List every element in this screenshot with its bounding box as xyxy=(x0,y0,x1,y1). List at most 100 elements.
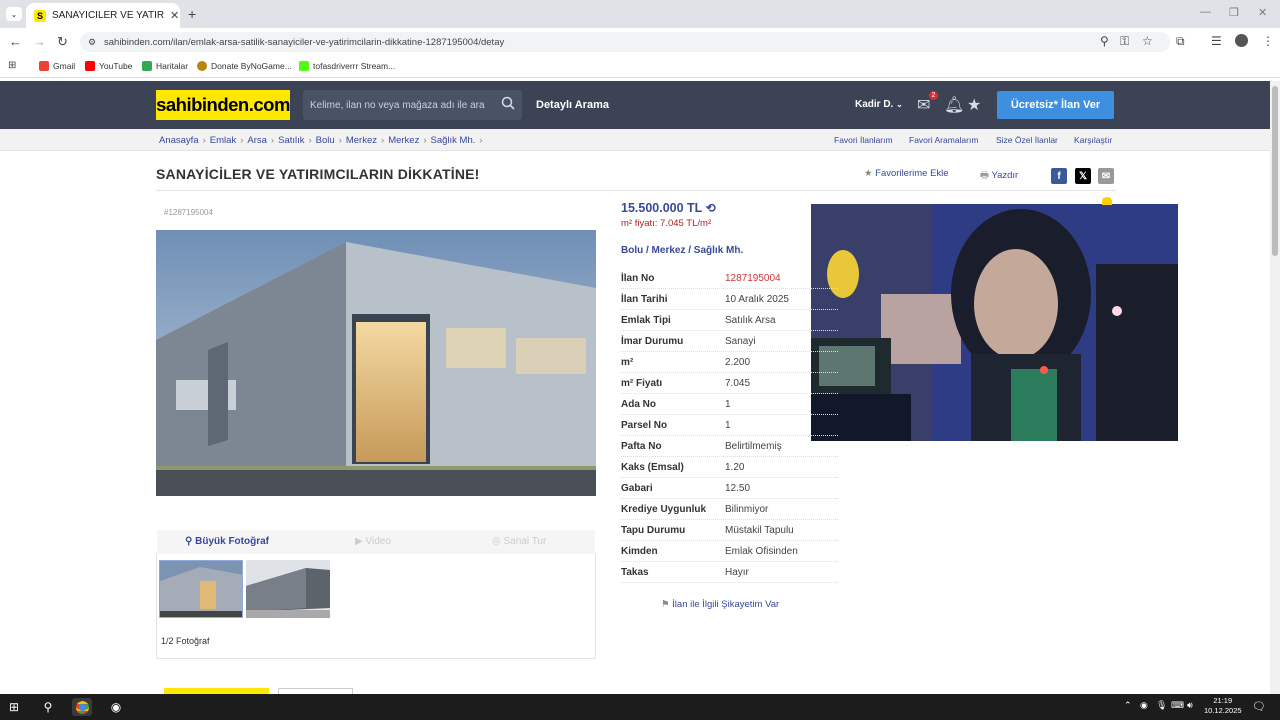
reload-icon[interactable]: ↻ xyxy=(57,34,68,50)
breadcrumb-item[interactable]: Merkez xyxy=(388,135,419,146)
minimize-icon[interactable]: — xyxy=(1200,6,1211,18)
gmail-icon xyxy=(39,61,49,71)
apps-grid-icon[interactable]: ⊞ xyxy=(8,60,16,71)
spec-value: 1.20 xyxy=(725,461,745,473)
spec-label: İmar Durumu xyxy=(621,335,684,347)
post-listing-button[interactable]: Ücretsiz* İlan Ver xyxy=(997,91,1114,119)
special-listings-link[interactable]: Size Özel İlanlar xyxy=(996,135,1058,145)
price-history-icon[interactable]: ⟲ xyxy=(706,201,716,215)
favorite-listings-link[interactable]: Favori İlanlarım xyxy=(834,135,893,145)
address-bar[interactable]: sahibinden.com/ilan/emlak-arsa-satilik-s… xyxy=(80,32,1170,52)
spec-label: Takas xyxy=(621,566,649,578)
thumbnail-2[interactable] xyxy=(246,560,330,618)
compare-link[interactable]: Karşılaştır xyxy=(1074,135,1112,145)
site-info-icon[interactable]: ⚙ xyxy=(88,37,96,48)
microphone-icon[interactable]: 🎙︎ xyxy=(1156,700,1167,711)
x-share-icon[interactable]: 𝕏 xyxy=(1075,168,1091,184)
search-input[interactable]: Kelime, ilan no veya mağaza adı ile ara xyxy=(303,90,522,120)
new-tab-button[interactable]: + xyxy=(188,6,196,22)
facebook-share-icon[interactable]: f xyxy=(1051,168,1067,184)
bookmark-youtube[interactable]: YouTube xyxy=(85,61,132,71)
browser-tab[interactable]: S SANAYİCİLER VE YATIRIMCILAR ✕ xyxy=(26,3,180,28)
messages-icon[interactable]: ✉ xyxy=(917,95,930,115)
report-listing-link[interactable]: ⚑ İlan ile İlgili Şikayetim Var xyxy=(661,599,779,610)
tab-virtual-tour[interactable]: ◎ Sanal Tur xyxy=(492,536,546,547)
spec-label: Ada No xyxy=(621,398,656,410)
spec-label: Krediye Uygunluk xyxy=(621,503,707,515)
message-badge: 2 xyxy=(929,91,938,100)
forward-icon[interactable]: → xyxy=(33,34,46,49)
breadcrumb-item[interactable]: Arsa xyxy=(247,135,267,146)
photo-count: 1/2 Fotoğraf xyxy=(161,636,210,646)
spec-value: Bilinmiyor xyxy=(725,503,769,515)
breadcrumb-item[interactable]: Sağlık Mh. xyxy=(431,135,476,146)
tray-record-icon[interactable]: ◉ xyxy=(1140,700,1148,711)
kick-icon xyxy=(299,61,309,71)
bynogame-icon xyxy=(197,61,207,71)
bookmark-donate[interactable]: Donate ByNoGame... xyxy=(197,61,292,71)
spec-row: Parsel No 1 xyxy=(621,415,838,436)
tab-large-photo[interactable]: ⚲ Büyük Fotoğraf xyxy=(185,536,269,547)
tab-search-button[interactable]: ⌄ xyxy=(6,7,22,21)
spec-value: 12.50 xyxy=(725,482,751,494)
password-key-icon[interactable]: ⚿ xyxy=(1120,34,1129,49)
bookmark-gmail[interactable]: Gmail xyxy=(39,61,75,71)
obs-icon[interactable]: ◉ xyxy=(106,698,126,716)
favorite-searches-link[interactable]: Favori Aramalarım xyxy=(909,135,978,145)
tray-expand-icon[interactable]: ⌃ xyxy=(1124,700,1132,711)
main-photo[interactable] xyxy=(156,230,596,496)
spec-label: m² Fiyatı xyxy=(621,377,663,389)
listing-id-label: #1287195004 xyxy=(164,208,213,217)
volume-icon[interactable]: 🔊︎ xyxy=(1187,700,1193,711)
breadcrumb-item[interactable]: Anasayfa xyxy=(159,135,199,146)
tab-title: SANAYİCİLER VE YATIRIMCILAR xyxy=(52,10,164,21)
favorites-star-icon[interactable]: ★ xyxy=(967,95,981,115)
close-window-icon[interactable]: ✕ xyxy=(1258,6,1267,19)
webcam-overlay xyxy=(811,204,1178,441)
breadcrumb-item[interactable]: Satılık xyxy=(278,135,304,146)
user-menu[interactable]: Kadir D. ⌄ xyxy=(855,99,903,110)
scrollbar-thumb[interactable] xyxy=(1272,86,1278,256)
windows-start-icon[interactable]: ⊞ xyxy=(4,698,24,716)
email-share-icon[interactable]: ✉ xyxy=(1098,168,1114,184)
site-logo[interactable]: sahibinden.com xyxy=(156,90,290,120)
breadcrumb-item[interactable]: Emlak xyxy=(210,135,236,146)
notifications-bell-icon[interactable]: 🔔︎ xyxy=(944,95,964,115)
breadcrumb-item[interactable]: Merkez xyxy=(346,135,377,146)
spec-row: Gabari 12.50 xyxy=(621,478,838,499)
magnifier-icon: ⚲ xyxy=(185,536,193,547)
print-button[interactable]: 🖶︎ Yazdır xyxy=(980,168,1018,184)
printer-icon: 🖶︎ xyxy=(980,170,989,181)
bookmark-star-icon[interactable]: ☆ xyxy=(1142,34,1153,48)
spec-label: Emlak Tipi xyxy=(621,314,671,326)
add-favorite-button[interactable]: ★ Favorilerime Ekle xyxy=(864,168,949,179)
network-icon[interactable]: ⌨ xyxy=(1171,700,1184,711)
search-icon[interactable]: ⚲ xyxy=(38,698,58,716)
profile-avatar[interactable] xyxy=(1235,34,1248,47)
spec-value: 10 Aralık 2025 xyxy=(725,293,789,305)
menu-icon[interactable]: ⋮ xyxy=(1262,34,1274,48)
extensions-icon[interactable]: ⧉ xyxy=(1176,34,1185,49)
bookmark-maps[interactable]: Haritalar xyxy=(142,61,188,71)
spec-value: Hayır xyxy=(725,566,749,578)
media-control-icon[interactable]: ☰ xyxy=(1211,34,1222,48)
title-divider xyxy=(156,190,1116,191)
system-clock[interactable]: 21:19 10.12.2025 xyxy=(1204,696,1242,716)
search-icon[interactable] xyxy=(501,96,515,110)
maximize-icon[interactable]: ❐ xyxy=(1229,6,1239,19)
bookmark-stream[interactable]: tofasdriverrr Stream... xyxy=(299,61,395,71)
detailed-search-link[interactable]: Detaylı Arama xyxy=(536,99,609,111)
location-breadcrumb[interactable]: Bolu / Merkez / Sağlık Mh. xyxy=(621,245,743,256)
close-tab-icon[interactable]: ✕ xyxy=(170,9,179,22)
bookmarks-bar xyxy=(0,56,1280,78)
chrome-icon[interactable] xyxy=(72,698,92,716)
thumbnail-1[interactable] xyxy=(159,560,243,618)
spec-value: Emlak Ofisinden xyxy=(725,545,798,557)
back-icon[interactable]: ← xyxy=(9,34,22,49)
breadcrumb-item[interactable]: Bolu xyxy=(316,135,335,146)
windows-taskbar xyxy=(0,694,1280,720)
tab-video[interactable]: ▶ Video xyxy=(355,536,391,547)
notifications-icon[interactable]: 🗨︎ xyxy=(1252,700,1266,713)
zoom-icon[interactable]: ⚲ xyxy=(1100,34,1109,48)
spec-value: Sanayi xyxy=(725,335,756,347)
